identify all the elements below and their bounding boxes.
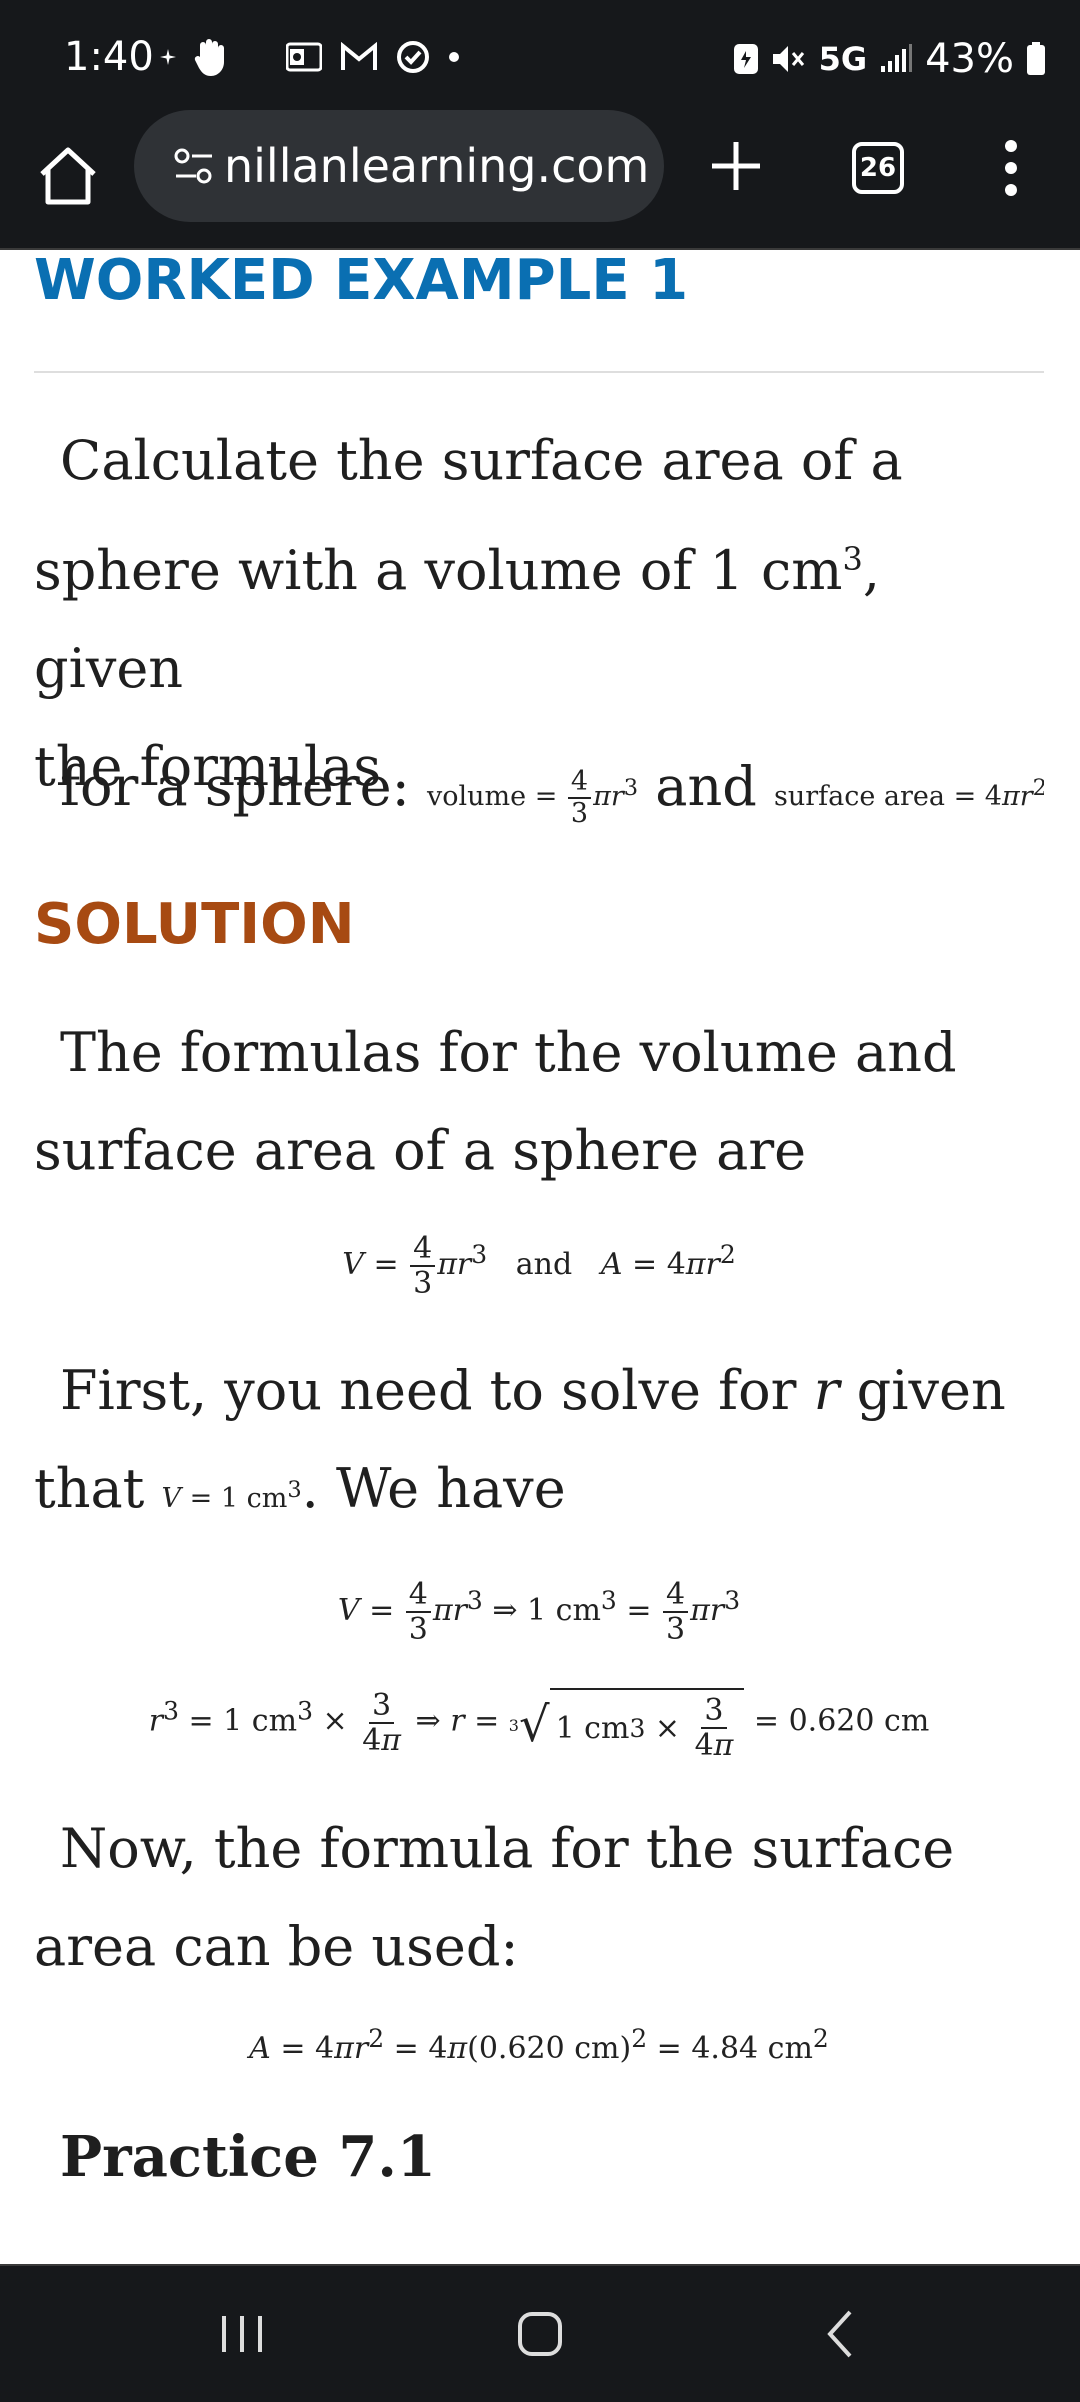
tab-count: 26: [859, 153, 897, 183]
status-notification-icons: [160, 38, 460, 76]
back-button[interactable]: [812, 2306, 872, 2362]
divider: [34, 371, 1044, 373]
signal-icon: [879, 44, 913, 74]
question-line: sphere with a volume of 1 cm3, given: [34, 539, 881, 700]
plus-icon: [712, 142, 760, 190]
radius-equation: r3 = 1 cm3 × 3 4π ⇒ r = 3 √ 1 cm 3 × 3 4π = 0…: [148, 1687, 930, 1763]
more-menu-button[interactable]: [996, 138, 1026, 198]
solution-heading: SOLUTION: [34, 892, 355, 957]
solution-paragraph-2: First, you need to solve for r given tha…: [34, 1359, 1006, 1520]
battery-percent: 43%: [925, 36, 1014, 82]
hand-icon: [194, 38, 228, 76]
formulas-line: for a sphere: volume = 4 3 πr3 and surface…: [34, 738, 1044, 846]
status-time: 1:40: [64, 34, 154, 80]
recents-icon: [222, 2316, 262, 2352]
surface-area-formula: surface area = 4πr2: [773, 775, 1044, 812]
data-saver-icon: [733, 43, 759, 75]
home-icon: [40, 147, 96, 205]
question-line: Calculate the surface area of a: [60, 429, 903, 492]
recent-apps-button[interactable]: [212, 2306, 272, 2362]
volume-formula: volume = 4 3 πr3: [427, 765, 639, 829]
address-bar[interactable]: nillanlearning.com: [134, 110, 664, 222]
area-equation: A = 4πr2 = 4π(0.620 cm)2 = 4.84 cm2: [249, 2024, 829, 2066]
home-nav-button[interactable]: [512, 2306, 572, 2362]
system-nav-bar: [0, 2264, 1080, 2402]
back-chevron-icon: [827, 2310, 852, 2358]
sync-icon: [396, 40, 430, 74]
status-system-icons: 5G 43%: [733, 36, 1046, 82]
url-text[interactable]: nillanlearning.com: [224, 139, 664, 193]
solution-paragraph-1: The formulas for the volume and surface …: [34, 1021, 957, 1182]
network-type: 5G: [818, 40, 868, 78]
article-content: WORKED EXAMPLE 1 Calculate the surface a…: [34, 248, 1044, 2246]
mute-icon: [771, 43, 807, 75]
gmail-icon: [340, 42, 378, 72]
home-button[interactable]: [34, 142, 102, 210]
battery-icon: [1026, 42, 1046, 76]
solution-paragraph-3: Now, the formula for the surface area ca…: [34, 1817, 955, 1978]
dot-icon: [448, 51, 460, 63]
tab-switcher-button[interactable]: 26: [852, 142, 904, 194]
formula-equation: V = 4 3 πr3 and A = 4πr2: [342, 1231, 736, 1301]
status-bar: 1:40 5G 43%: [0, 0, 1080, 108]
more-vert-icon: [1005, 140, 1017, 196]
browser-toolbar: nillanlearning.com 26: [0, 108, 1080, 250]
practice-heading: Practice 7.1: [60, 2124, 436, 2190]
new-tab-button[interactable]: [708, 138, 764, 194]
home-square-icon: [518, 2312, 562, 2356]
worked-example-heading: WORKED EXAMPLE 1: [34, 248, 689, 313]
volume-equation: V = 4 3 πr3 ⇒ 1 cm3 = 4 3 πr3: [337, 1577, 741, 1647]
site-settings-icon[interactable]: [172, 144, 216, 188]
outlook-icon: [286, 42, 322, 72]
sparkle-icon: [160, 49, 176, 65]
